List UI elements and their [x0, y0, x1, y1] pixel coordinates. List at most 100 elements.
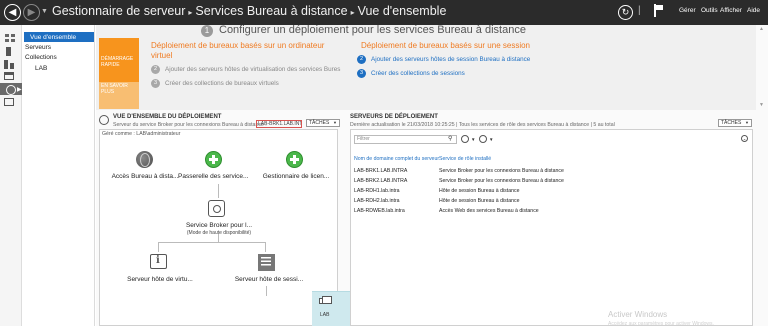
deployment-overview-title: VUE D'ENSEMBLE DU DÉPLOIEMENT: [113, 114, 222, 120]
collapse-section-icon[interactable]: [99, 115, 109, 125]
learn-more-label: EN SAVOIR PLUS: [101, 83, 128, 95]
menu-view[interactable]: Afficher: [720, 7, 742, 14]
deployment-tasks-button[interactable]: TÂCHES: [306, 119, 340, 127]
step-number: 3: [151, 79, 160, 88]
step-label: Créer des collections de bureaux virtuel…: [165, 80, 279, 87]
back-arrow-icon[interactable]: ◀: [4, 4, 21, 21]
menu-tools[interactable]: Outils: [701, 7, 718, 14]
step-label: Ajouter des serveurs hôtes de session Bu…: [371, 56, 531, 63]
add-licensing-icon[interactable]: [286, 151, 303, 168]
table-row-server[interactable]: LAB-BRK1.LAB.INTRA: [354, 168, 407, 174]
chevron-down-icon: ▼: [489, 136, 494, 142]
subnav-item-collections[interactable]: Collections: [25, 54, 57, 61]
quick-start-label: DÉMARRAGE RAPIDE: [101, 56, 134, 68]
add-gateway-icon[interactable]: [205, 151, 222, 168]
breadcrumb-item[interactable]: Vue d'ensemble: [358, 4, 447, 18]
breadcrumb-item[interactable]: Services Bureau à distance: [195, 4, 347, 18]
rd-gateway-node[interactable]: Passerelle des service...: [178, 173, 248, 180]
refresh-icon[interactable]: ↻: [618, 5, 633, 20]
servers-tasks-button[interactable]: TÂCHES: [718, 119, 752, 127]
quick-start-scrollbar[interactable]: ▲ ▼: [757, 25, 767, 110]
main-content: 1 Configurer un déploiement pour les ser…: [96, 24, 768, 327]
step-label: Ajouter des serveurs hôtes de virtualisa…: [165, 66, 341, 73]
table-row-server[interactable]: LAB-RDH1.lab.intra: [354, 188, 400, 194]
search-icon[interactable]: ⚲: [448, 136, 452, 143]
broker-server-select[interactable]: LAB-BRK1.LAB.INT...: [256, 120, 302, 128]
chevron-down-icon: ▼: [471, 136, 476, 142]
activation-watermark: Activer Windows: [608, 310, 668, 319]
breadcrumb-separator: ▸: [188, 8, 193, 17]
vdi-deployment-title: Déploiement de bureaux basés sur un ordi…: [151, 41, 325, 60]
list-options-button[interactable]: ▼: [461, 135, 475, 143]
chevron-right-icon: ▶: [17, 87, 22, 93]
scroll-down-arrow-icon[interactable]: ▼: [759, 102, 764, 108]
session-host-icon[interactable]: [258, 254, 275, 271]
table-row-role[interactable]: Accès Web des services Bureau à distance: [439, 208, 539, 214]
all-servers-icon[interactable]: [4, 60, 14, 69]
step-label: Créer des collections de sessions: [371, 70, 465, 77]
dashboard-icon[interactable]: [5, 34, 15, 42]
table-row-role[interactable]: Hôte de session Bureau à distance: [439, 188, 519, 194]
breadcrumb-separator: ▸: [350, 8, 355, 17]
local-server-icon[interactable]: [6, 47, 11, 56]
connector-line: [265, 242, 266, 252]
notification-flag-icon[interactable]: [654, 4, 664, 17]
subnav-item-servers[interactable]: Serveurs: [25, 44, 51, 51]
rd-licensing-node[interactable]: Gestionnaire de licen...: [258, 173, 334, 180]
left-rail: ▶: [0, 25, 22, 326]
filter-input[interactable]: Filtrer ⚲: [354, 135, 457, 144]
table-row-server[interactable]: LAB-RDH2.lab.intra: [354, 198, 400, 204]
connector-line: [266, 286, 267, 296]
step-number: 1: [201, 25, 213, 37]
session-step-2[interactable]: 2 Ajouter des serveurs hôtes de session …: [357, 55, 530, 64]
table-row-role[interactable]: Hôte de session Bureau à distance: [439, 198, 519, 204]
subnav-item-lab[interactable]: LAB: [35, 65, 47, 72]
session-step-3[interactable]: 3 Créer des collections de sessions: [357, 69, 465, 78]
expand-collapse-icon[interactable]: ⌄: [741, 135, 748, 142]
history-dropdown-icon[interactable]: ▼: [41, 8, 48, 15]
virtualization-host-icon[interactable]: [150, 254, 167, 269]
table-row-role[interactable]: Service Broker pour les connexions Burea…: [439, 178, 564, 184]
deployment-servers-title: SERVEURS DE DÉPLOIEMENT: [350, 114, 438, 120]
scroll-up-arrow-icon[interactable]: ▲: [759, 26, 764, 32]
vdi-step-2[interactable]: 2 Ajouter des serveurs hôtes de virtuali…: [151, 65, 340, 74]
rd-web-access-icon[interactable]: [136, 151, 153, 168]
broker-server-label: Serveur du service Broker pour les conne…: [113, 122, 267, 128]
breadcrumb-item[interactable]: Gestionnaire de serveur: [52, 4, 185, 18]
deployment-diagram: Géré comme : LAB\administrateur Accès Bu…: [99, 129, 338, 326]
table-row-server[interactable]: LAB-BRK2.LAB.INTRA: [354, 178, 407, 184]
connector-line: [218, 184, 219, 198]
file-services-icon[interactable]: [4, 72, 14, 80]
step-number: 3: [357, 69, 366, 78]
connection-broker-node[interactable]: Service Broker pour l...: [176, 222, 262, 229]
table-row-server[interactable]: LAB-RDWEB.lab.intra: [354, 208, 405, 214]
rd-web-access-node[interactable]: Accès Bureau à dista...: [110, 173, 180, 180]
connector-line: [158, 242, 265, 243]
step1-title: Configurer un déploiement pour les servi…: [219, 24, 526, 36]
step-number: 2: [151, 65, 160, 74]
vdi-step-3[interactable]: 3 Créer des collections de bureaux virtu…: [151, 79, 279, 88]
breadcrumb: Gestionnaire de serveur ▸ Services Bureau …: [52, 4, 446, 18]
connection-broker-icon[interactable]: [208, 200, 225, 217]
iis-icon[interactable]: [4, 98, 14, 106]
save-query-icon: [479, 135, 487, 143]
menu-manage[interactable]: Gérer: [679, 7, 696, 14]
column-header-role[interactable]: Service de rôle installé: [439, 156, 491, 162]
collection-label: LAB: [320, 312, 330, 318]
subnav-item-overview[interactable]: Vue d'ensemble: [24, 32, 94, 42]
managed-as-label: Géré comme : LAB\administrateur: [102, 131, 181, 137]
table-row-role[interactable]: Service Broker pour les connexions Burea…: [439, 168, 564, 174]
save-query-button[interactable]: ▼: [479, 135, 493, 143]
list-options-icon: [461, 135, 469, 143]
forward-arrow-icon[interactable]: ▶: [23, 4, 40, 21]
broker-ha-mode-label: (Mode de haute disponibilité): [186, 230, 252, 236]
session-host-node[interactable]: Serveur hôte de sessi...: [226, 276, 312, 283]
column-header-fqdn[interactable]: Nom de domaine complet du serveur: [354, 156, 439, 162]
virtualization-host-node[interactable]: Serveur hôte de virtu...: [118, 276, 202, 283]
step-number: 2: [357, 55, 366, 64]
collection-icon: [319, 296, 332, 304]
divider: |: [638, 5, 641, 16]
sub-navigation: Vue d'ensemble Serveurs Collections LAB: [22, 25, 95, 326]
quick-start-panel: 1 Configurer un déploiement pour les ser…: [96, 24, 756, 110]
menu-help[interactable]: Aide: [747, 7, 760, 14]
